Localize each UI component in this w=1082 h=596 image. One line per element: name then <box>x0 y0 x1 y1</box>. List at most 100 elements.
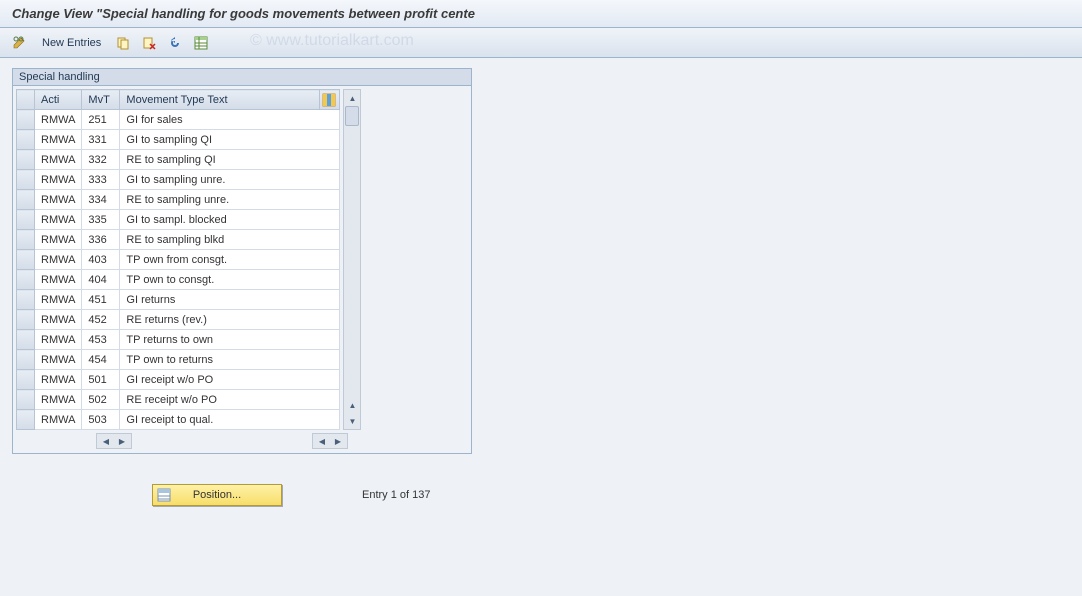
cell-mvt[interactable]: 333 <box>82 170 120 190</box>
scroll-down-icon[interactable]: ▼ <box>345 414 359 428</box>
row-selector[interactable] <box>17 230 35 250</box>
row-selector[interactable] <box>17 190 35 210</box>
select-all-button[interactable] <box>191 33 211 53</box>
table-row[interactable]: RMWA501GI receipt w/o PO <box>17 370 340 390</box>
row-selector[interactable] <box>17 330 35 350</box>
cell-text[interactable]: TP returns to own <box>120 330 340 350</box>
table-row[interactable]: RMWA331GI to sampling QI <box>17 130 340 150</box>
row-selector-header[interactable] <box>17 90 35 110</box>
new-entries-button[interactable]: New Entries <box>36 35 107 51</box>
cell-mvt[interactable]: 334 <box>82 190 120 210</box>
table-row[interactable]: RMWA502RE receipt w/o PO <box>17 390 340 410</box>
cell-acti[interactable]: RMWA <box>35 210 82 230</box>
cell-acti[interactable]: RMWA <box>35 310 82 330</box>
row-selector[interactable] <box>17 410 35 430</box>
row-selector[interactable] <box>17 290 35 310</box>
table-row[interactable]: RMWA403TP own from consgt. <box>17 250 340 270</box>
copy-button[interactable] <box>113 33 133 53</box>
table-settings-button[interactable] <box>320 90 340 110</box>
cell-acti[interactable]: RMWA <box>35 270 82 290</box>
cell-mvt[interactable]: 501 <box>82 370 120 390</box>
cell-text[interactable]: RE to sampling QI <box>120 150 340 170</box>
vertical-scrollbar[interactable]: ▲ ▲ ▼ <box>343 89 361 430</box>
hscroll-right[interactable]: ◀ ▶ <box>312 433 348 449</box>
cell-text[interactable]: RE returns (rev.) <box>120 310 340 330</box>
table-row[interactable]: RMWA336RE to sampling blkd <box>17 230 340 250</box>
cell-mvt[interactable]: 251 <box>82 110 120 130</box>
scroll-up-icon[interactable]: ▲ <box>345 91 359 105</box>
cell-acti[interactable]: RMWA <box>35 190 82 210</box>
cell-acti[interactable]: RMWA <box>35 370 82 390</box>
cell-text[interactable]: GI to sampling QI <box>120 130 340 150</box>
cell-acti[interactable]: RMWA <box>35 390 82 410</box>
row-selector[interactable] <box>17 390 35 410</box>
scroll-left-icon[interactable]: ◀ <box>99 434 113 448</box>
cell-acti[interactable]: RMWA <box>35 330 82 350</box>
cell-acti[interactable]: RMWA <box>35 110 82 130</box>
cell-acti[interactable]: RMWA <box>35 230 82 250</box>
cell-mvt[interactable]: 335 <box>82 210 120 230</box>
cell-text[interactable]: RE to sampling blkd <box>120 230 340 250</box>
cell-mvt[interactable]: 332 <box>82 150 120 170</box>
row-selector[interactable] <box>17 130 35 150</box>
cell-mvt[interactable]: 503 <box>82 410 120 430</box>
cell-text[interactable]: RE receipt w/o PO <box>120 390 340 410</box>
edit-toggle-button[interactable] <box>10 33 30 53</box>
undo-button[interactable] <box>165 33 185 53</box>
cell-mvt[interactable]: 453 <box>82 330 120 350</box>
table-row[interactable]: RMWA332RE to sampling QI <box>17 150 340 170</box>
table-row[interactable]: RMWA333GI to sampling unre. <box>17 170 340 190</box>
table-row[interactable]: RMWA404TP own to consgt. <box>17 270 340 290</box>
cell-mvt[interactable]: 502 <box>82 390 120 410</box>
cell-text[interactable]: RE to sampling unre. <box>120 190 340 210</box>
cell-text[interactable]: GI receipt to qual. <box>120 410 340 430</box>
table-row[interactable]: RMWA454TP own to returns <box>17 350 340 370</box>
cell-text[interactable]: TP own to returns <box>120 350 340 370</box>
cell-acti[interactable]: RMWA <box>35 170 82 190</box>
scroll-right-icon[interactable]: ▶ <box>331 434 345 448</box>
col-header-text[interactable]: Movement Type Text <box>120 90 320 110</box>
row-selector[interactable] <box>17 270 35 290</box>
row-selector[interactable] <box>17 170 35 190</box>
cell-acti[interactable]: RMWA <box>35 350 82 370</box>
table-row[interactable]: RMWA452RE returns (rev.) <box>17 310 340 330</box>
row-selector[interactable] <box>17 210 35 230</box>
cell-text[interactable]: TP own from consgt. <box>120 250 340 270</box>
cell-mvt[interactable]: 454 <box>82 350 120 370</box>
cell-text[interactable]: GI for sales <box>120 110 340 130</box>
cell-text[interactable]: GI to sampl. blocked <box>120 210 340 230</box>
cell-text[interactable]: GI receipt w/o PO <box>120 370 340 390</box>
row-selector[interactable] <box>17 110 35 130</box>
delete-button[interactable] <box>139 33 159 53</box>
cell-acti[interactable]: RMWA <box>35 150 82 170</box>
scroll-up2-icon[interactable]: ▲ <box>345 398 359 412</box>
cell-mvt[interactable]: 331 <box>82 130 120 150</box>
table-row[interactable]: RMWA334RE to sampling unre. <box>17 190 340 210</box>
col-header-acti[interactable]: Acti <box>35 90 82 110</box>
cell-mvt[interactable]: 452 <box>82 310 120 330</box>
cell-mvt[interactable]: 403 <box>82 250 120 270</box>
position-button[interactable]: Position... <box>152 484 282 506</box>
scroll-thumb[interactable] <box>345 106 359 126</box>
table-row[interactable]: RMWA251GI for sales <box>17 110 340 130</box>
col-header-mvt[interactable]: MvT <box>82 90 120 110</box>
hscroll-left[interactable]: ◀ ▶ <box>96 433 132 449</box>
cell-text[interactable]: GI returns <box>120 290 340 310</box>
cell-mvt[interactable]: 336 <box>82 230 120 250</box>
cell-text[interactable]: TP own to consgt. <box>120 270 340 290</box>
table-row[interactable]: RMWA451GI returns <box>17 290 340 310</box>
cell-acti[interactable]: RMWA <box>35 130 82 150</box>
row-selector[interactable] <box>17 350 35 370</box>
row-selector[interactable] <box>17 150 35 170</box>
scroll-left-icon[interactable]: ◀ <box>315 434 329 448</box>
table-row[interactable]: RMWA335GI to sampl. blocked <box>17 210 340 230</box>
cell-mvt[interactable]: 451 <box>82 290 120 310</box>
scroll-right-icon[interactable]: ▶ <box>115 434 129 448</box>
cell-acti[interactable]: RMWA <box>35 290 82 310</box>
cell-acti[interactable]: RMWA <box>35 410 82 430</box>
table-row[interactable]: RMWA503GI receipt to qual. <box>17 410 340 430</box>
cell-text[interactable]: GI to sampling unre. <box>120 170 340 190</box>
row-selector[interactable] <box>17 250 35 270</box>
row-selector[interactable] <box>17 310 35 330</box>
scroll-track[interactable] <box>344 106 360 397</box>
